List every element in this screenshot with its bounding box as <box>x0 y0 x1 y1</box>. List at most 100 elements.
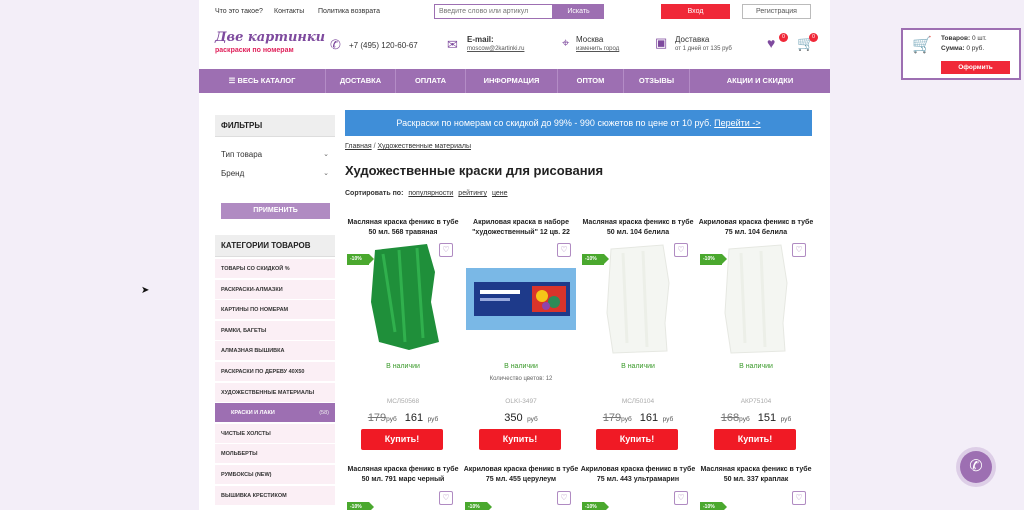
breadcrumb-home[interactable]: Главная <box>345 143 372 150</box>
product-name[interactable]: Масляная краска феникс в тубе 50 мл. 791… <box>345 465 461 484</box>
email-link[interactable]: moscow@2kartinki.ru <box>467 46 524 52</box>
product-card: Акриловая краска в наборе "художественны… <box>463 218 579 458</box>
login-button[interactable]: Вход <box>661 4 730 19</box>
buy-button[interactable]: Купить! <box>596 429 678 450</box>
category-item[interactable]: АЛМАЗНАЯ ВЫШИВКА <box>215 341 335 362</box>
discount-badge: -10% <box>700 254 727 265</box>
mail-icon: ✉ <box>447 37 458 52</box>
logo-title[interactable]: Две картинки <box>215 30 325 45</box>
product-card: Масляная краска феникс в тубе 50 мл. 568… <box>345 218 461 458</box>
buy-button[interactable]: Купить! <box>714 429 796 450</box>
sort-rating[interactable]: рейтингу <box>458 190 487 197</box>
filter-brand[interactable]: Бренд ⌄ <box>215 169 335 178</box>
category-item[interactable]: ВЫШИВКА КРЕСТИКОМ <box>215 485 335 506</box>
product-image[interactable] <box>466 268 576 335</box>
category-count: (58) <box>319 410 329 417</box>
breadcrumb-section[interactable]: Художественные материалы <box>378 143 471 150</box>
product-price: 350 руб <box>504 412 538 424</box>
stock-status: В наличии <box>739 363 773 370</box>
link-contacts[interactable]: Контакты <box>274 8 304 15</box>
category-item[interactable]: КАРТИНЫ ПО НОМЕРАМ <box>215 300 335 321</box>
heart-icon[interactable]: ♡ <box>674 491 688 505</box>
sort-price[interactable]: цене <box>492 190 508 197</box>
logo-subtitle: раскраски по номерам <box>215 47 294 54</box>
category-item[interactable]: МОЛЬБЕРТЫ <box>215 444 335 465</box>
nav-catalog[interactable]: ☰ ВЕСЬ КАТАЛОГ <box>199 69 326 93</box>
product-card: Масляная краска феникс в тубе 50 мл. 337… <box>698 465 814 510</box>
search-button[interactable]: Искать <box>553 4 604 19</box>
category-item[interactable]: КРАСКИ И ЛАКИ (58) <box>215 403 335 424</box>
product-image[interactable] <box>603 243 673 360</box>
product-name[interactable]: Масляная краска феникс в тубе 50 мл. 337… <box>698 465 814 484</box>
search-input[interactable] <box>434 4 553 19</box>
category-item[interactable]: РАСКРАСКИ ПО ДЕРЕВУ 40Х50 <box>215 362 335 382</box>
stock-status: В наличии <box>386 363 420 370</box>
product-name[interactable]: Масляная краска феникс в тубе 50 мл. 104… <box>580 218 696 237</box>
product-name[interactable]: Акриловая краска феникс в тубе 75 мл. 10… <box>698 218 814 237</box>
product-card: Акриловая краска феникс в тубе 75 мл. 10… <box>698 218 814 458</box>
product-price: 179руб 161 руб <box>602 412 674 424</box>
product-card: Акриловая краска феникс в тубе 75 мл. 44… <box>580 465 696 510</box>
apply-filters-button[interactable]: ПРИМЕНИТЬ <box>221 203 330 219</box>
link-what-is-it[interactable]: Что это такое? <box>215 8 263 15</box>
filter-product-type[interactable]: Тип товара ⌄ <box>215 150 335 159</box>
heart-icon[interactable]: ♥ <box>767 35 775 51</box>
product-sku: МСЛ50104 <box>621 398 655 405</box>
categories-title: КАТЕГОРИИ ТОВАРОВ <box>215 235 335 257</box>
category-item[interactable]: РАСКРАСКИ-АЛМАЗКИ <box>215 279 335 300</box>
colors-count: Количество цветов: 12 <box>489 376 553 382</box>
current-price: 151 <box>757 412 777 424</box>
category-item[interactable]: РУМБОКСЫ (NEW) <box>215 465 335 485</box>
register-button[interactable]: Регистрация <box>742 4 811 19</box>
cart-icon[interactable]: 🛒 <box>912 35 932 55</box>
sort-label: Сортировать по: <box>345 190 404 197</box>
nav-wholesale[interactable]: ОПТОМ <box>558 69 624 93</box>
product-sku: OLKI-3497 <box>505 398 537 405</box>
heart-icon[interactable]: ♡ <box>792 243 806 257</box>
nav-reviews[interactable]: ОТЗЫВЫ <box>624 69 690 93</box>
promo-banner[interactable]: Раскраски по номерам со скидкой до 99% -… <box>345 110 812 136</box>
delivery-text: от 1 дней от 135 руб <box>675 46 732 52</box>
nav-info[interactable]: ИНФОРМАЦИЯ <box>466 69 558 93</box>
product-image[interactable] <box>721 243 791 360</box>
product-image[interactable] <box>365 242 445 357</box>
nav-delivery[interactable]: ДОСТАВКА <box>326 69 396 93</box>
category-item[interactable]: ТОВАРЫ СО СКИДКОЙ % <box>215 259 335 279</box>
current-price: 350 <box>504 412 523 424</box>
category-item[interactable]: ЧИСТЫЕ ХОЛСТЫ <box>215 423 335 444</box>
category-item[interactable]: ХУДОЖЕСТВЕННЫЕ МАТЕРИАЛЫ <box>215 382 335 403</box>
cart-widget: 🛒 Товаров: 0 шт. Сумма: 0 руб. Оформить <box>901 28 1021 80</box>
product-name[interactable]: Акриловая краска феникс в тубе 75 мл. 45… <box>463 465 579 484</box>
stock-status: В наличии <box>504 363 538 370</box>
link-return-policy[interactable]: Политика возврата <box>318 8 380 15</box>
sort-popularity[interactable]: популярности <box>408 190 453 197</box>
heart-icon[interactable]: ♡ <box>674 243 688 257</box>
heart-icon[interactable]: ♡ <box>557 491 571 505</box>
phone-call-icon[interactable]: ✆ <box>960 451 992 483</box>
page-container: Что это такое? Контакты Политика возврат… <box>199 0 830 510</box>
wishlist-count-badge: 0 <box>779 33 788 42</box>
product-name[interactable]: Масляная краска феникс в тубе 50 мл. 568… <box>345 218 461 237</box>
stock-status: В наличии <box>621 363 655 370</box>
email-label: E-mail: <box>467 35 494 44</box>
category-item[interactable]: РАМКИ, БАГЕТЫ <box>215 320 335 341</box>
header-phone[interactable]: +7 (495) 120-60-67 <box>349 41 418 50</box>
banner-link[interactable]: Перейти -> <box>714 118 760 128</box>
product-card: Масляная краска феникс в тубе 50 мл. 791… <box>345 465 461 510</box>
heart-icon[interactable]: ♡ <box>439 491 453 505</box>
heart-icon[interactable]: ♡ <box>792 491 806 505</box>
nav-promos[interactable]: АКЦИИ И СКИДКИ <box>690 69 830 93</box>
checkout-button[interactable]: Оформить <box>941 61 1010 74</box>
old-price: 168 <box>720 412 740 424</box>
product-name[interactable]: Акриловая краска в наборе "художественны… <box>463 218 579 237</box>
heart-icon[interactable]: ♡ <box>557 243 571 257</box>
top-bar: Что это такое? Контакты Политика возврат… <box>199 0 830 24</box>
buy-button[interactable]: Купить! <box>361 429 443 450</box>
product-name[interactable]: Акриловая краска феникс в тубе 75 мл. 44… <box>580 465 696 484</box>
city-name: Москва <box>576 35 604 44</box>
nav-payment[interactable]: ОПЛАТА <box>396 69 466 93</box>
old-price: 179 <box>367 412 387 424</box>
city-change-link[interactable]: изменить город <box>576 46 619 52</box>
location-icon: ⌖ <box>562 35 570 50</box>
buy-button[interactable]: Купить! <box>479 429 561 450</box>
